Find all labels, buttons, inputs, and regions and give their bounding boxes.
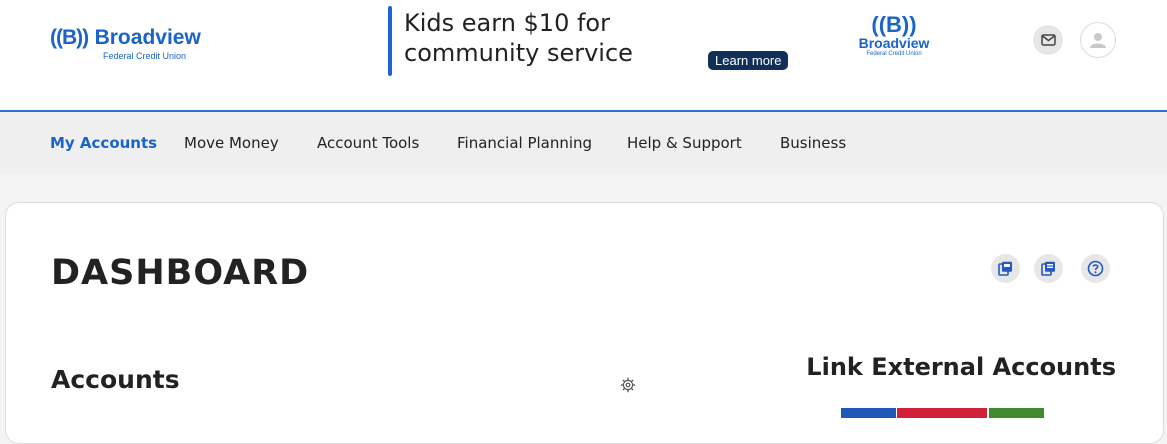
profile-button[interactable] bbox=[1080, 22, 1116, 58]
learn-more-button[interactable]: Learn more bbox=[708, 51, 789, 70]
print-button[interactable] bbox=[991, 254, 1020, 283]
nav-financial-planning[interactable]: Financial Planning bbox=[457, 134, 592, 152]
print-icon bbox=[998, 261, 1012, 276]
external-bank-logo-red bbox=[897, 408, 987, 418]
logo-mark: ((B)) bbox=[50, 26, 89, 49]
main-navigation: My Accounts Move Money Account Tools Fin… bbox=[0, 112, 1167, 174]
promo-accent-bar bbox=[388, 6, 392, 76]
messages-button[interactable] bbox=[1033, 25, 1063, 55]
help-button[interactable] bbox=[1081, 254, 1110, 283]
nav-my-accounts[interactable]: My Accounts bbox=[50, 134, 157, 152]
nav-move-money[interactable]: Move Money bbox=[184, 134, 279, 152]
nav-business[interactable]: Business bbox=[780, 134, 846, 152]
external-bank-logo-blue bbox=[841, 408, 896, 418]
accounts-heading: Accounts bbox=[51, 365, 180, 394]
help-icon bbox=[1087, 260, 1104, 277]
user-icon bbox=[1090, 33, 1106, 48]
gear-icon[interactable] bbox=[620, 377, 636, 393]
promo-logo-subtitle: Federal Credit Union bbox=[866, 51, 922, 57]
external-bank-logo-green bbox=[989, 408, 1044, 418]
page-title: DASHBOARD bbox=[51, 253, 310, 293]
dashboard-card: DASHBOARD Accounts Link External Account… bbox=[5, 202, 1164, 444]
link-external-accounts-heading: Link External Accounts bbox=[806, 353, 1116, 381]
promo-logo: ((B)) Broadview Federal Credit Union bbox=[854, 14, 934, 58]
nav-help-support[interactable]: Help & Support bbox=[627, 134, 742, 152]
logo-subtitle: Federal Credit Union bbox=[103, 51, 187, 61]
broadview-logo[interactable]: ((B)) Broadview Federal Credit Union bbox=[50, 26, 201, 61]
promo-logo-brand: Broadview bbox=[858, 35, 930, 51]
promo-banner[interactable]: Kids earn $10 for community service Lear… bbox=[388, 6, 948, 78]
top-header: ((B)) Broadview Federal Credit Union Kid… bbox=[0, 0, 1167, 112]
mail-icon bbox=[1040, 34, 1056, 46]
nav-account-tools[interactable]: Account Tools bbox=[317, 134, 419, 152]
statements-button[interactable] bbox=[1034, 254, 1063, 283]
document-icon bbox=[1041, 261, 1055, 276]
promo-logo-mark: ((B)) bbox=[871, 12, 917, 37]
logo-brand: Broadview bbox=[94, 26, 201, 49]
promo-headline: Kids earn $10 for community service bbox=[404, 9, 633, 67]
